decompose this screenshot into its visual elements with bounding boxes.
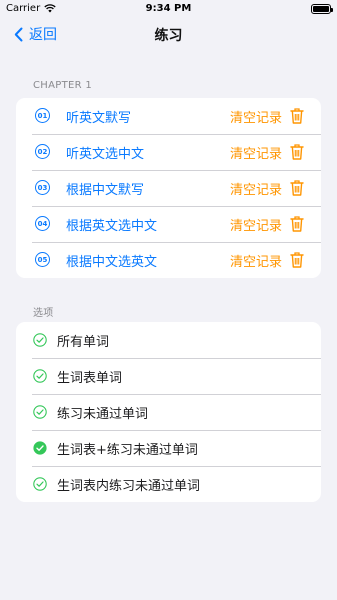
exercise-label: 根据中文选英文: [66, 254, 158, 270]
check-circle-filled-icon: [33, 441, 47, 455]
exercise-row-1[interactable]: 01 听英文默写 清空记录: [16, 98, 321, 134]
trash-icon[interactable]: [290, 143, 304, 161]
exercise-label: 根据英文选中文: [66, 218, 158, 234]
clear-record-button[interactable]: 清空记录: [230, 215, 282, 234]
status-bar: Carrier 9:34 PM: [0, 0, 337, 17]
trash-icon[interactable]: [290, 251, 304, 269]
number-badge-icon: 03: [35, 180, 50, 195]
carrier-label: Carrier: [6, 3, 41, 14]
battery-icon: [311, 3, 333, 14]
option-row-4-selected[interactable]: 生词表+练习未通过单词: [16, 430, 321, 466]
exercise-label: 听英文默写: [66, 110, 132, 126]
option-label: 生词表+练习未通过单词: [57, 442, 198, 458]
check-circle-icon: [33, 405, 47, 419]
number-badge-icon: 02: [35, 144, 50, 159]
option-row-1[interactable]: 所有单词: [16, 322, 321, 358]
option-label: 所有单词: [57, 334, 110, 350]
option-row-3[interactable]: 练习未通过单词: [16, 394, 321, 430]
trash-icon[interactable]: [290, 179, 304, 197]
option-label: 练习未通过单词: [57, 406, 149, 422]
check-circle-icon: [33, 369, 47, 383]
clear-record-button[interactable]: 清空记录: [230, 251, 282, 270]
wifi-icon: [44, 4, 56, 13]
option-row-5[interactable]: 生词表内练习未通过单词: [16, 466, 321, 502]
option-label: 生词表单词: [57, 370, 123, 386]
option-row-2[interactable]: 生词表单词: [16, 358, 321, 394]
number-badge-icon: 04: [35, 216, 50, 231]
exercise-row-5[interactable]: 05 根据中文选英文 清空记录: [16, 242, 321, 278]
exercise-row-3[interactable]: 03 根据中文默写 清空记录: [16, 170, 321, 206]
number-badge-icon: 01: [35, 108, 50, 123]
clear-record-button[interactable]: 清空记录: [230, 179, 282, 198]
exercise-row-2[interactable]: 02 听英文选中文 清空记录: [16, 134, 321, 170]
chevron-left-icon: [14, 27, 23, 41]
option-label: 生词表内练习未通过单词: [57, 478, 201, 494]
status-left: Carrier: [6, 3, 56, 14]
exercise-row-4[interactable]: 04 根据英文选中文 清空记录: [16, 206, 321, 242]
chapter-list: 01 听英文默写 清空记录 02 听英文选中文 清空记录 03 根据中文默写 清…: [16, 98, 321, 278]
trash-icon[interactable]: [290, 107, 304, 125]
check-circle-icon: [33, 333, 47, 347]
number-badge-icon: 05: [35, 252, 50, 267]
exercise-label: 根据中文默写: [66, 182, 145, 198]
trash-icon[interactable]: [290, 215, 304, 233]
chapter-header: CHAPTER 1: [33, 80, 92, 91]
options-list: 所有单词 生词表单词 练习未通过单词 生词表+练习未通过单词 生词表内练习未通过…: [16, 322, 321, 502]
page-title: 练习: [154, 27, 183, 44]
exercise-label: 听英文选中文: [66, 146, 145, 162]
back-button[interactable]: 返回: [14, 24, 57, 44]
clear-record-button[interactable]: 清空记录: [230, 143, 282, 162]
check-circle-icon: [33, 477, 47, 491]
nav-bar: 返回 练习: [0, 17, 337, 52]
options-header: 选项: [33, 308, 54, 319]
clear-record-button[interactable]: 清空记录: [230, 107, 282, 126]
back-label: 返回: [29, 27, 57, 43]
